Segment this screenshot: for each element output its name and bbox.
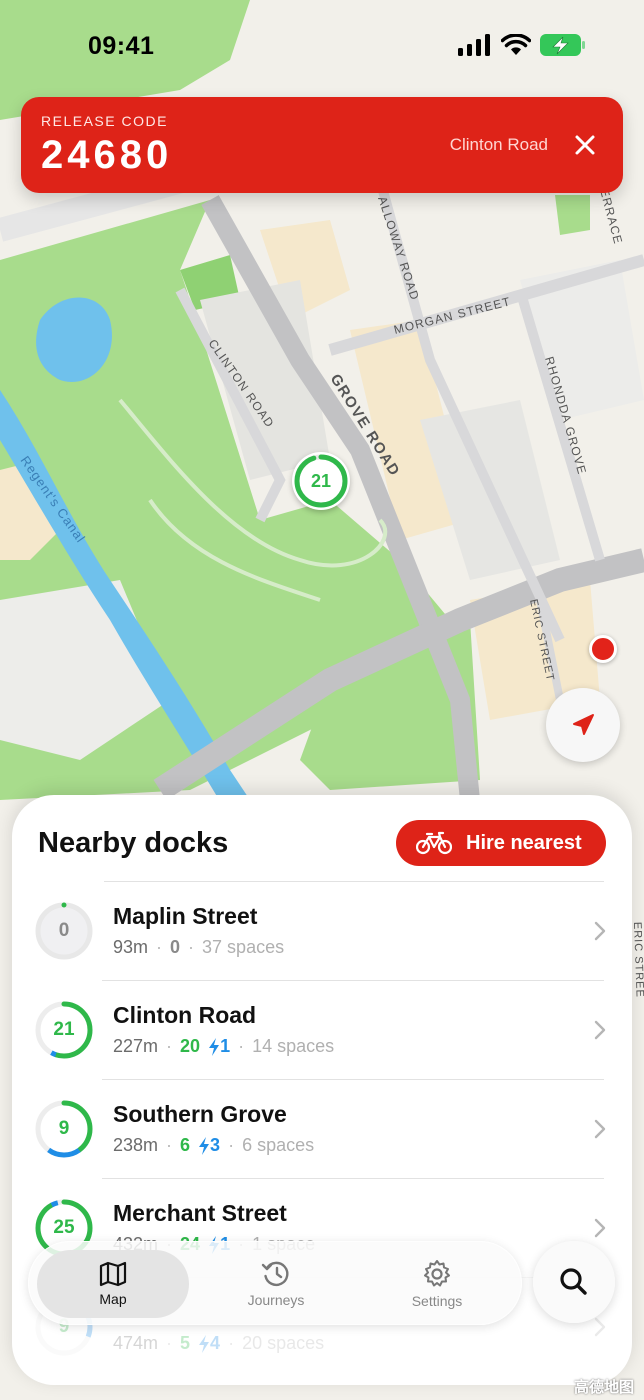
dock-bike-count: 0 [58, 920, 70, 941]
dock-name: Clinton Road [113, 1002, 257, 1028]
dock-bike-count: 9 [58, 1118, 70, 1139]
battery-charging-icon [540, 34, 585, 56]
dock-ebikes: 3 [198, 1135, 220, 1156]
separator-dot: · [166, 1333, 173, 1353]
chevron-right-icon [594, 1218, 606, 1238]
lightning-icon [199, 1136, 210, 1155]
park-patch [555, 195, 590, 235]
destination-pin-icon[interactable] [589, 635, 617, 663]
tab-map-label: Map [99, 1291, 127, 1307]
dock-meta: 474m · 5 4 · 20 spaces [113, 1333, 324, 1354]
release-code-value: 24680 [41, 133, 173, 177]
dock-ebike-count: 1 [220, 1036, 231, 1056]
hire-nearest-button[interactable]: Hire nearest [396, 820, 606, 866]
tab-settings[interactable]: Settings [361, 1250, 513, 1318]
dock-bikes: 5 [180, 1333, 191, 1353]
separator-dot: · [166, 1036, 173, 1056]
dock-list-item[interactable]: 0 Maplin Street 93m · 0 · 37 spaces [12, 881, 632, 980]
dock-name: Southern Grove [113, 1101, 287, 1127]
separator-dot: · [228, 1333, 235, 1353]
lightning-icon [199, 1334, 210, 1353]
separator-dot: · [156, 937, 163, 957]
map-icon [99, 1261, 127, 1287]
chevron-right-icon [594, 1119, 606, 1139]
row-divider [102, 980, 604, 981]
search-button[interactable] [533, 1241, 615, 1323]
dock-bikes: 6 [180, 1135, 191, 1155]
cellular-signal-icon [458, 34, 490, 56]
chevron-right-icon [594, 1020, 606, 1040]
dock-name: Maplin Street [113, 903, 258, 929]
tab-settings-label: Settings [411, 1293, 463, 1309]
status-time: 09:41 [88, 32, 155, 60]
dock-ebike-count: 3 [210, 1135, 221, 1155]
dock-bikes: 20 [180, 1036, 201, 1056]
wifi-icon [501, 34, 531, 55]
marker-count: 21 [310, 471, 332, 491]
dock-bikes: 0 [170, 937, 181, 957]
dock-spaces: 20 spaces [242, 1333, 325, 1353]
locate-me-button[interactable] [546, 688, 620, 762]
dock-distance: 227m [113, 1036, 159, 1056]
separator-dot: · [188, 937, 195, 957]
separator-dot: · [238, 1036, 245, 1056]
status-icons [458, 34, 586, 56]
history-icon [261, 1261, 289, 1287]
bicycle-icon [416, 831, 452, 855]
hire-nearest-label: Hire nearest [466, 831, 582, 854]
dock-list-item[interactable]: 21 Clinton Road 227m · 20 1 · 14 spaces [12, 980, 632, 1079]
close-icon[interactable] [573, 133, 597, 157]
sheet-title: Nearby docks [38, 827, 229, 859]
dock-bike-count: 21 [53, 1019, 75, 1040]
row-divider [102, 1079, 604, 1080]
separator-dot: · [166, 1135, 173, 1155]
tab-journeys-label: Journeys [247, 1292, 305, 1308]
dock-spaces: 6 spaces [242, 1135, 315, 1155]
dock-ebikes: 1 [208, 1036, 230, 1057]
chevron-right-icon [594, 921, 606, 941]
dock-meta: 238m · 6 3 · 6 spaces [113, 1135, 314, 1156]
dock-name: Merchant Street [113, 1200, 287, 1226]
status-bar: 09:41 [0, 0, 644, 90]
dock-map-marker[interactable]: 21 [292, 452, 350, 510]
location-arrow-icon [573, 714, 594, 735]
gear-icon [424, 1260, 450, 1287]
row-divider [104, 881, 604, 882]
dock-spaces: 37 spaces [202, 937, 285, 957]
dock-distance: 474m [113, 1333, 159, 1353]
tab-bar: Map Journeys Settings [28, 1241, 522, 1325]
release-code-banner: RELEASE CODE 24680 Clinton Road [21, 97, 623, 193]
tab-map[interactable]: Map [37, 1250, 189, 1318]
dock-list-item[interactable]: 9 Southern Grove 238m · 6 3 · 6 spaces [12, 1079, 632, 1178]
search-icon [560, 1268, 587, 1295]
map-attribution: 高德地图 [573, 1379, 634, 1396]
dock-ebikes: 4 [198, 1333, 220, 1354]
dock-meta: 93m · 0 · 37 spaces [113, 937, 284, 958]
tab-journeys[interactable]: Journeys [200, 1250, 352, 1318]
release-station-name: Clinton Road [449, 135, 548, 154]
separator-dot: · [228, 1135, 235, 1155]
dock-ebike-count: 4 [210, 1333, 221, 1353]
release-code-label: RELEASE CODE [41, 113, 168, 129]
row-divider [102, 1178, 604, 1179]
dock-meta: 227m · 20 1 · 14 spaces [113, 1036, 334, 1057]
dock-distance: 238m [113, 1135, 159, 1155]
dock-distance: 93m [113, 937, 149, 957]
lightning-icon [209, 1037, 220, 1056]
dock-spaces: 14 spaces [252, 1036, 335, 1056]
